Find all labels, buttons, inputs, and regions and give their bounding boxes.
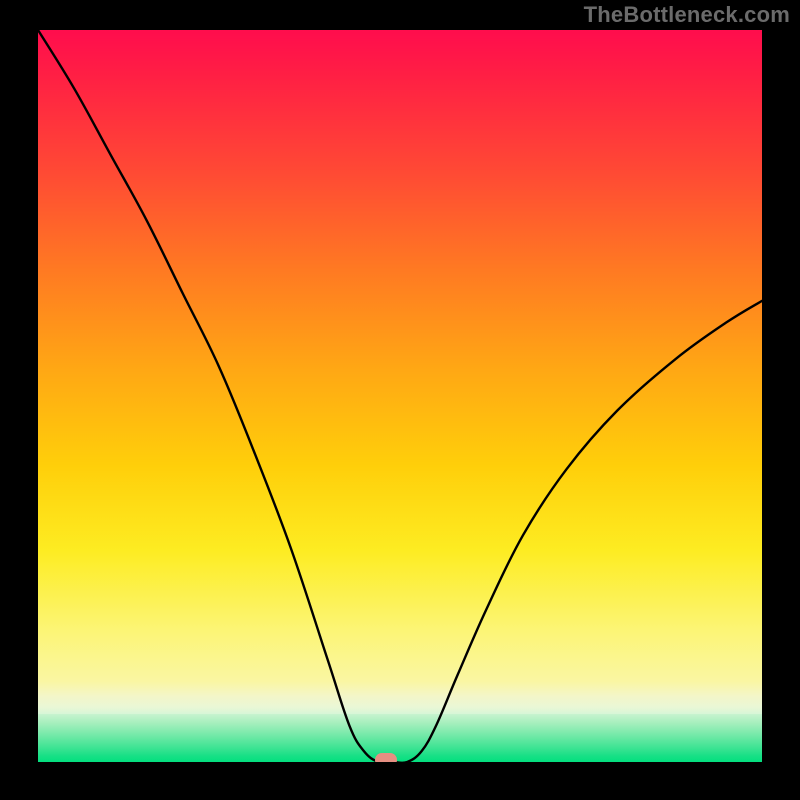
chart-frame: TheBottleneck.com [0, 0, 800, 800]
plot-area [38, 30, 762, 762]
optimal-point-marker [375, 753, 397, 762]
bottleneck-curve-line [38, 30, 762, 762]
curve-svg [38, 30, 762, 762]
watermark-text: TheBottleneck.com [584, 2, 790, 28]
